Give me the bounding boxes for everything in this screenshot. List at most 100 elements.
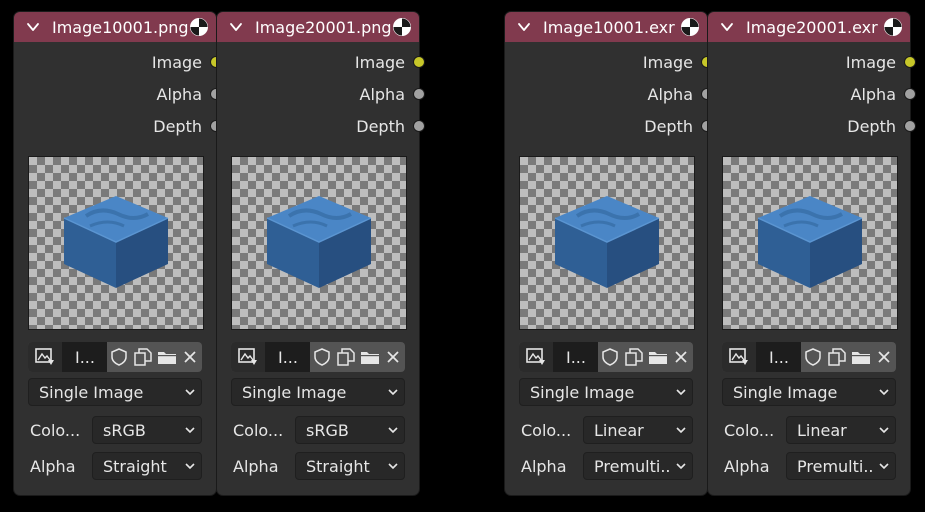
image-node-1[interactable]: Image10001.png Image Alpha Depth I... Si… bbox=[14, 12, 222, 495]
output-image-socket[interactable] bbox=[413, 56, 425, 68]
output-depth-socket[interactable] bbox=[413, 120, 425, 132]
image-browse-icon bbox=[729, 348, 748, 365]
image-datablock-icon bbox=[188, 16, 210, 38]
node-header[interactable]: Image20001.exr bbox=[708, 12, 910, 42]
alpha-mode-value: Straight bbox=[103, 456, 167, 476]
chevron-down-icon bbox=[382, 460, 404, 472]
node-title: Image10001.png bbox=[52, 17, 188, 37]
fake-user-button[interactable] bbox=[598, 342, 622, 372]
output-depth-socket[interactable] bbox=[904, 120, 916, 132]
output-image-socket-row: Image bbox=[708, 46, 916, 78]
alpha-mode-value: Premulti... bbox=[797, 456, 873, 476]
node-title: Image10001.exr bbox=[543, 17, 675, 37]
alpha-mode-dropdown[interactable]: Premulti... bbox=[786, 452, 896, 480]
image-name-field[interactable]: I... bbox=[266, 342, 310, 372]
cube-preview-image bbox=[757, 196, 863, 288]
image-node-4[interactable]: Image20001.exr Image Alpha Depth I... Si… bbox=[708, 12, 916, 495]
color-space-value: Linear bbox=[594, 420, 644, 440]
output-image-socket[interactable] bbox=[904, 56, 916, 68]
unlink-image-button[interactable] bbox=[382, 342, 404, 372]
output-depth-socket-row: Depth bbox=[217, 110, 425, 142]
image-node-3[interactable]: Image10001.exr Image Alpha Depth I... Si… bbox=[505, 12, 713, 495]
output-alpha-label: Alpha bbox=[359, 84, 406, 104]
output-depth-label: Depth bbox=[153, 116, 202, 136]
image-name-field[interactable]: I... bbox=[63, 342, 107, 372]
alpha-mode-label: Alpha bbox=[233, 456, 279, 476]
color-space-dropdown[interactable]: Linear bbox=[583, 416, 693, 444]
image-source-dropdown[interactable]: Single Image bbox=[231, 378, 405, 406]
image-preview bbox=[722, 156, 898, 330]
unlink-image-button[interactable] bbox=[873, 342, 895, 372]
image-preview bbox=[519, 156, 695, 330]
image-name-field[interactable]: I... bbox=[757, 342, 801, 372]
output-depth-socket-row: Depth bbox=[708, 110, 916, 142]
node-header[interactable]: Image20001.png bbox=[217, 12, 419, 42]
output-depth-socket-row: Depth bbox=[14, 110, 222, 142]
color-space-dropdown[interactable]: sRGB bbox=[295, 416, 405, 444]
node-header[interactable]: Image10001.exr bbox=[505, 12, 707, 42]
alpha-mode-dropdown[interactable]: Premulti... bbox=[583, 452, 693, 480]
output-alpha-socket[interactable] bbox=[904, 88, 916, 100]
open-image-button[interactable] bbox=[646, 342, 670, 372]
unlink-image-button[interactable] bbox=[179, 342, 201, 372]
color-space-dropdown[interactable]: sRGB bbox=[92, 416, 202, 444]
image-source-dropdown[interactable]: Single Image bbox=[519, 378, 693, 406]
open-image-button[interactable] bbox=[155, 342, 179, 372]
close-icon bbox=[387, 351, 399, 363]
image-datablock-icon bbox=[882, 16, 904, 38]
chevron-down-icon[interactable] bbox=[720, 12, 742, 42]
image-name-field[interactable]: I... bbox=[554, 342, 598, 372]
image-source-value: Single Image bbox=[39, 382, 144, 402]
alpha-mode-value: Straight bbox=[306, 456, 370, 476]
new-image-button[interactable] bbox=[334, 342, 358, 372]
chevron-down-icon bbox=[179, 386, 201, 398]
output-alpha-socket-row: Alpha bbox=[505, 78, 713, 110]
image-node-2[interactable]: Image20001.png Image Alpha Depth I... Si… bbox=[217, 12, 425, 495]
fake-user-shield-icon bbox=[805, 348, 821, 366]
color-space-dropdown[interactable]: Linear bbox=[786, 416, 896, 444]
new-image-button[interactable] bbox=[622, 342, 646, 372]
new-image-button[interactable] bbox=[131, 342, 155, 372]
color-space-label: Colo... bbox=[521, 420, 572, 440]
chevron-down-icon[interactable] bbox=[517, 12, 539, 42]
browse-image-button[interactable] bbox=[231, 342, 266, 372]
image-datablock-toolbar: I... bbox=[519, 342, 693, 372]
output-alpha-socket[interactable] bbox=[413, 88, 425, 100]
output-depth-label: Depth bbox=[356, 116, 405, 136]
output-alpha-socket-row: Alpha bbox=[708, 78, 916, 110]
cube-preview-image bbox=[554, 196, 660, 288]
chevron-down-icon bbox=[179, 424, 201, 436]
browse-image-button[interactable] bbox=[28, 342, 63, 372]
alpha-mode-dropdown[interactable]: Straight bbox=[295, 452, 405, 480]
image-browse-icon bbox=[238, 348, 257, 365]
fake-user-shield-icon bbox=[314, 348, 330, 366]
open-image-button[interactable] bbox=[358, 342, 382, 372]
cube-preview-image bbox=[63, 196, 169, 288]
output-image-label: Image bbox=[151, 52, 202, 72]
unlink-image-button[interactable] bbox=[670, 342, 692, 372]
image-source-dropdown[interactable]: Single Image bbox=[28, 378, 202, 406]
chevron-down-icon bbox=[382, 424, 404, 436]
image-source-dropdown[interactable]: Single Image bbox=[722, 378, 896, 406]
output-depth-socket-row: Depth bbox=[505, 110, 713, 142]
fake-user-button[interactable] bbox=[107, 342, 131, 372]
alpha-mode-dropdown[interactable]: Straight bbox=[92, 452, 202, 480]
output-image-label: Image bbox=[845, 52, 896, 72]
close-icon bbox=[878, 351, 890, 363]
node-header[interactable]: Image10001.png bbox=[14, 12, 216, 42]
new-image-button[interactable] bbox=[825, 342, 849, 372]
fake-user-button[interactable] bbox=[310, 342, 334, 372]
chevron-down-icon[interactable] bbox=[229, 12, 251, 42]
browse-image-button[interactable] bbox=[722, 342, 757, 372]
chevron-down-icon bbox=[670, 386, 692, 398]
chevron-down-icon[interactable] bbox=[26, 12, 48, 42]
output-image-label: Image bbox=[354, 52, 405, 72]
chevron-down-icon bbox=[670, 424, 692, 436]
output-alpha-label: Alpha bbox=[156, 84, 203, 104]
output-alpha-socket-row: Alpha bbox=[217, 78, 425, 110]
output-alpha-label: Alpha bbox=[647, 84, 694, 104]
open-image-button[interactable] bbox=[849, 342, 873, 372]
fake-user-button[interactable] bbox=[801, 342, 825, 372]
new-image-icon bbox=[828, 348, 846, 366]
browse-image-button[interactable] bbox=[519, 342, 554, 372]
